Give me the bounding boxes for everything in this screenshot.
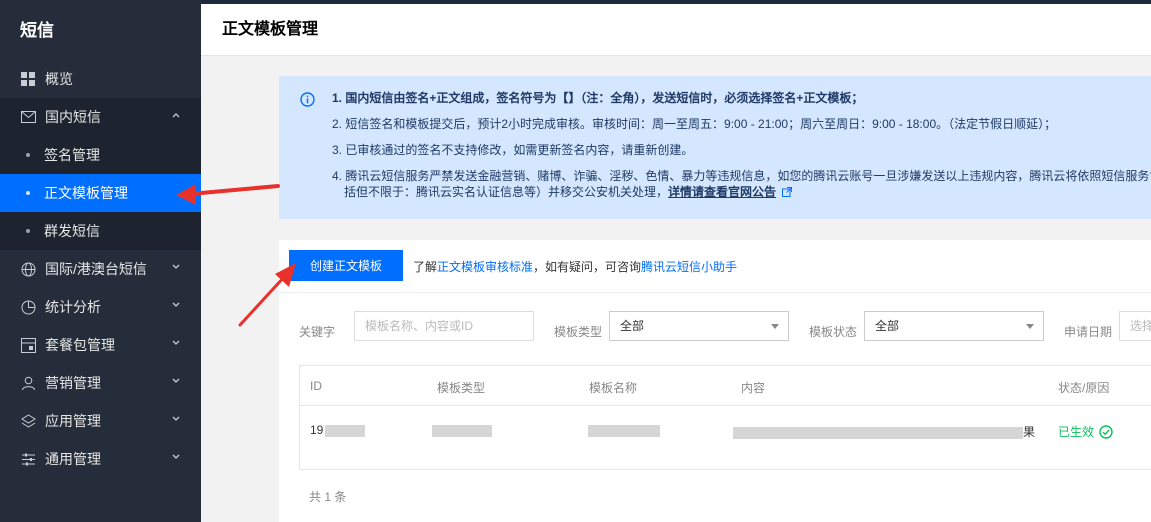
pie-icon [20,299,36,315]
sidebar-item-domestic-sms[interactable]: 国内短信 [0,98,201,136]
notice-line: 4. 腾讯云短信服务严禁发送金融营销、赌博、诈骗、淫秽、色情、暴力等违规信息，如… [332,169,1151,183]
main-content: 正文模板管理 1. 国内短信由签名+正文组成，签名符号为【】（注：全角），发送短… [201,4,1151,522]
column-id: ID [310,379,322,393]
notice-line: 1. 国内短信由签名+正文组成，签名符号为【】（注：全角），发送短信时，必须选择… [332,91,864,105]
redacted-block [325,424,366,437]
user-icon [20,375,36,391]
sidebar: 短信 概览 国内短信 签名管理 正文模板管理 群发短信 国际/港澳台短信 统计分… [0,0,201,522]
column-name: 模板名称 [589,381,638,395]
redacted-block [733,426,1023,439]
cell-content-text: 果 [1023,425,1036,439]
type-select[interactable]: 全部 [609,311,789,341]
redacted-block [588,424,660,437]
announcement-link[interactable]: 详情请查看官网公告 [668,185,776,199]
sidebar-item-label: 营销管理 [45,375,101,391]
status-select[interactable]: 全部 [864,311,1044,341]
check-circle-icon [1099,425,1114,439]
bullet-icon [26,191,30,195]
hint-middle: ，如有疑问，可咨询 [533,260,642,274]
hint-text: 了解正文模板审核标准，如有疑问，可咨询腾讯云短信小助手 [413,258,737,275]
hint-prefix: 了解 [413,260,438,274]
grid-icon [20,71,36,87]
sidebar-item-marketing[interactable]: 营销管理 [0,364,201,402]
page-title: 正文模板管理 [201,4,1151,56]
column-status: 状态/原因 [1058,381,1110,395]
cell-content: 果 [733,423,1035,440]
chevron-down-icon [172,416,180,421]
sidebar-item-label: 签名管理 [44,147,100,163]
bullet-icon [26,153,30,157]
cell-id: 19 [310,423,366,437]
sidebar-item-label: 通用管理 [45,451,101,467]
status-label: 模板状态 [809,325,858,339]
type-label: 模板类型 [554,325,603,339]
notice-line: 3. 已审核通过的签名不支持修改，如需更新签名内容，请重新创建。 [332,143,694,157]
layers-icon [20,413,36,429]
sidebar-item-label: 套餐包管理 [45,337,115,353]
column-content: 内容 [741,381,766,395]
keyword-label: 关键字 [299,325,336,339]
external-link-icon[interactable] [782,187,793,197]
status-text: 已生效 [1058,425,1095,439]
divider [279,292,1151,293]
sidebar-item-international[interactable]: 国际/港澳台短信 [0,250,201,288]
notice-text: 括但不限于：腾讯云实名认证信息等）并移交公安机关处理， [344,185,669,199]
redacted-block [432,424,492,437]
sidebar-item-label: 国内短信 [45,109,101,125]
chevron-down-icon [172,264,180,269]
sidebar-item-general[interactable]: 通用管理 [0,440,201,478]
sidebar-item-statistics[interactable]: 统计分析 [0,288,201,326]
template-table: ID 模板类型 模板名称 内容 状态/原因 19 果 已生效 [299,365,1151,470]
chevron-down-icon [172,302,180,307]
date-picker[interactable]: 选择 [1119,311,1151,341]
status-value: 全部 [875,319,900,333]
total-count: 共 1 条 [309,490,347,504]
info-icon [300,92,315,107]
review-standard-link[interactable]: 正文模板审核标准 [437,260,533,274]
cell-name [588,423,660,437]
chevron-down-icon [172,454,180,459]
package-icon [20,337,36,353]
sidebar-item-package[interactable]: 套餐包管理 [0,326,201,364]
keyword-input[interactable]: 模板名称、内容或ID [354,311,534,341]
sidebar-item-label: 国际/港澳台短信 [45,261,147,277]
table-row[interactable]: 19 果 已生效 [300,406,1151,469]
cell-status: 已生效 [1058,423,1114,440]
sidebar-item-signature[interactable]: 签名管理 [0,136,201,174]
sidebar-item-label: 应用管理 [45,413,101,429]
caret-down-icon [1026,324,1034,329]
globe-icon [20,261,36,277]
sidebar-brand: 短信 [20,21,54,40]
notice-line-continued: 括但不限于：腾讯云实名认证信息等）并移交公安机关处理，详情请查看官网公告 [299,184,1151,200]
chevron-down-icon [172,378,180,383]
sidebar-item-label: 统计分析 [45,299,101,315]
column-type: 模板类型 [437,381,486,395]
notice-line: 2. 短信签名和模板提交后，预计2小时完成审核。审核时间：周一至周五：9:00 … [332,117,1057,131]
caret-down-icon [771,324,779,329]
create-template-button[interactable]: 创建正文模板 [289,250,403,281]
sidebar-item-bulk-sms[interactable]: 群发短信 [0,212,201,250]
sidebar-item-overview[interactable]: 概览 [0,60,201,98]
sidebar-item-label: 群发短信 [44,223,100,239]
sliders-icon [20,451,36,467]
bullet-icon [26,229,30,233]
template-panel: 创建正文模板 了解正文模板审核标准，如有疑问，可咨询腾讯云短信小助手 关键字 模… [279,240,1151,522]
sidebar-item-template[interactable]: 正文模板管理 [0,174,201,212]
type-value: 全部 [620,319,645,333]
cell-type [432,423,492,437]
mail-icon [20,109,36,125]
cell-id-text: 19 [310,423,324,437]
sidebar-item-label: 概览 [45,71,73,87]
sidebar-item-apps[interactable]: 应用管理 [0,402,201,440]
date-label: 申请日期 [1064,325,1113,339]
assistant-link[interactable]: 腾讯云短信小助手 [641,260,737,274]
notice-box: 1. 国内短信由签名+正文组成，签名符号为【】（注：全角），发送短信时，必须选择… [279,76,1151,219]
sidebar-item-label: 正文模板管理 [44,185,128,201]
chevron-up-icon [172,113,180,118]
chevron-down-icon [172,340,180,345]
table-header: ID 模板类型 模板名称 内容 状态/原因 [300,366,1151,406]
